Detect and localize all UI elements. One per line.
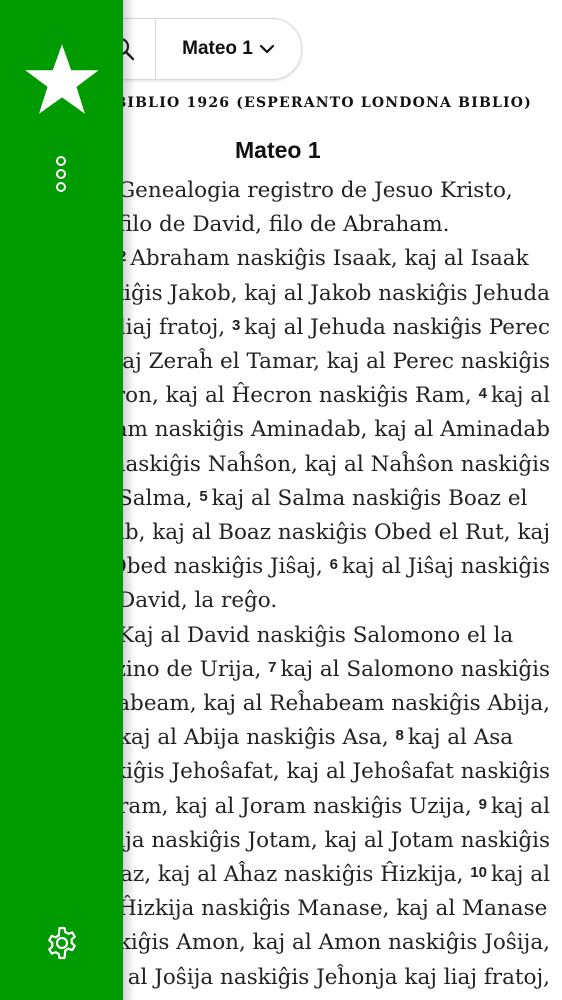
verse-line: Reĥabeam, kaj al Reĥabeam naskiĝis Abija…	[74, 691, 550, 716]
verse-line: Kaj al David naskiĝis Salomono el la	[118, 623, 513, 648]
chapter-selector-label: Mateo 1	[182, 38, 253, 59]
chevron-down-icon	[259, 44, 274, 54]
verse-line: filo de David, filo de Abraham.	[118, 212, 449, 237]
verse-line: naskiĝis Amon, kaj al Amon naskiĝis Joŝi…	[80, 930, 550, 955]
verse-text-segment: Reĥabeam, kaj al Reĥabeam naskiĝis Abija…	[74, 691, 550, 716]
verse-text-segment: Joram, kaj al Joram naskiĝis Uzija,	[96, 793, 472, 819]
verse-number: 10	[470, 864, 487, 881]
verse-number: 4	[478, 385, 487, 403]
verse-line: al Obed naskiĝis Jiŝaj, 6 kaj al Jiŝaj na…	[83, 554, 550, 579]
verse-text-segment: Kaj al David naskiĝis Salomono el la	[118, 622, 514, 648]
verse-text-segment: kaj al	[490, 793, 550, 819]
verse-text-segment: naskiĝis Amon, kaj al Amon naskiĝis Joŝi…	[80, 930, 550, 956]
verse-line: Aĥaz, kaj al Aĥaz naskiĝis Ĥizkija, 10 ka…	[91, 862, 550, 887]
verse-text-segment: kaj al	[490, 383, 550, 409]
verse-line: kaj al Abija naskiĝis Asa, 8 kaj al Asa	[118, 725, 513, 750]
verse-number: 9	[478, 795, 487, 813]
verse-number: 5	[199, 487, 208, 505]
verse-line: Raĥab, kaj al Boaz naskiĝis Obed el Rut,…	[69, 520, 550, 545]
verse-line: Ram naskiĝis Aminadab, kaj al Aminadab	[98, 417, 550, 442]
verse-text-segment: kaj al Asa	[407, 725, 514, 751]
verse-line: naskiĝis Naĥŝon, kaj al Naĥŝon naskiĝis	[112, 452, 550, 477]
verse-text-segment: naskiĝis Naĥŝon, kaj al Naĥŝon naskiĝis	[111, 451, 550, 477]
verse-text-segment: Uzija naskiĝis Jotam, kaj al Jotam naski…	[88, 827, 550, 853]
verse-line: naskiĝis Jehoŝafat, kaj al Jehoŝafat nas…	[75, 759, 550, 784]
verse-line: Joram, kaj al Joram naskiĝis Uzija, 9 kaj…	[97, 794, 550, 819]
verse-line: kaj al Joŝija naskiĝis Jeĥonja kaj liaj …	[88, 965, 550, 990]
bible-reader-screen: Mateo 1 LA BIBLIO 1926 (ESPERANTO LONDON…	[0, 0, 562, 1000]
verse-text-segment: kaj al Joŝija naskiĝis Jeĥonja kaj liaj …	[88, 964, 550, 990]
verse-text-segment: Aĥaz, kaj al Aĥaz naskiĝis Ĥizkija,	[90, 862, 464, 887]
verse-text-segment: naskiĝis Jehoŝafat, kaj al Jehoŝafat nas…	[75, 759, 550, 785]
verse-text-segment: kaj al Abija naskiĝis Asa,	[118, 725, 389, 751]
verse-number: 7	[268, 658, 277, 676]
verse-line: Ĥecron, kaj al Ĥecron naskiĝis Ram, 4 kaj…	[71, 383, 550, 408]
verse-line: Salma, 5 kaj al Salma naskiĝis Boaz el	[118, 486, 527, 511]
verse-line: edzino de Urija, 7 kaj al Salomono naskiĝ…	[88, 657, 550, 682]
gear-icon[interactable]	[44, 925, 80, 961]
star-icon[interactable]	[23, 42, 101, 120]
verse-text-segment: kaj al Jehuda naskiĝis Perec	[244, 314, 550, 340]
vertical-dots-icon[interactable]	[50, 155, 72, 193]
chapter-selector-button[interactable]: Mateo 1	[156, 19, 301, 79]
verse-line: kaj Zeraĥ el Tamar, kaj al Perec naskiĝi…	[109, 349, 550, 374]
verse-number: 6	[329, 556, 338, 574]
verse-text-segment: Ram naskiĝis Aminadab, kaj al Aminadab	[98, 417, 550, 443]
verse-line: Uzija naskiĝis Jotam, kaj al Jotam naski…	[89, 828, 550, 853]
verse-text-segment: kaj al Salomono naskiĝis	[280, 656, 550, 682]
verse-number: 8	[395, 727, 404, 745]
verse-text-segment: naskiĝis Jakob, kaj al Jakob naskiĝis Je…	[73, 280, 550, 306]
side-drawer	[0, 0, 123, 1000]
verse-text-segment: Raĥab, kaj al Boaz naskiĝis Obed el Rut,…	[68, 520, 550, 545]
sidebar-shadow	[123, 0, 135, 1000]
verse-text-segment: kaj al Salma naskiĝis Boaz el	[211, 485, 528, 511]
verse-text-segment: kaj al Jiŝaj naskiĝis	[342, 554, 550, 580]
verse-text-segment: David, la reĝo.	[118, 588, 278, 614]
verse-line: Ĥizkija naskiĝis Manase, kaj al Manase	[118, 896, 547, 921]
verse-line: Genealogia registro de Jesuo Kristo,	[118, 178, 513, 203]
verse-text-segment: Genealogia registro de Jesuo Kristo,	[118, 178, 513, 203]
verse-text-segment: Ĥizkija naskiĝis Manase, kaj al Manase	[118, 896, 548, 922]
verse-line: kaj liaj fratoj, 3 kaj al Jehuda naskiĝis…	[80, 315, 550, 340]
verse-text-segment: kaj Zeraĥ el Tamar, kaj al Perec naskiĝi…	[109, 349, 550, 374]
verse-line: 2Abraham naskiĝis Isaak, kaj al Isaak	[118, 246, 529, 271]
verse-line: David, la reĝo.	[118, 588, 277, 613]
verse-text-segment: filo de David, filo de Abraham.	[118, 212, 450, 238]
chapter-title: Mateo 1	[235, 137, 321, 163]
verse-number: 3	[231, 316, 241, 334]
verse-text-segment: Abraham naskiĝis Isaak, kaj al Isaak	[130, 246, 529, 272]
verse-text-segment: kaj al	[490, 862, 550, 887]
verse-line: naskiĝis Jakob, kaj al Jakob naskiĝis Je…	[73, 281, 550, 306]
